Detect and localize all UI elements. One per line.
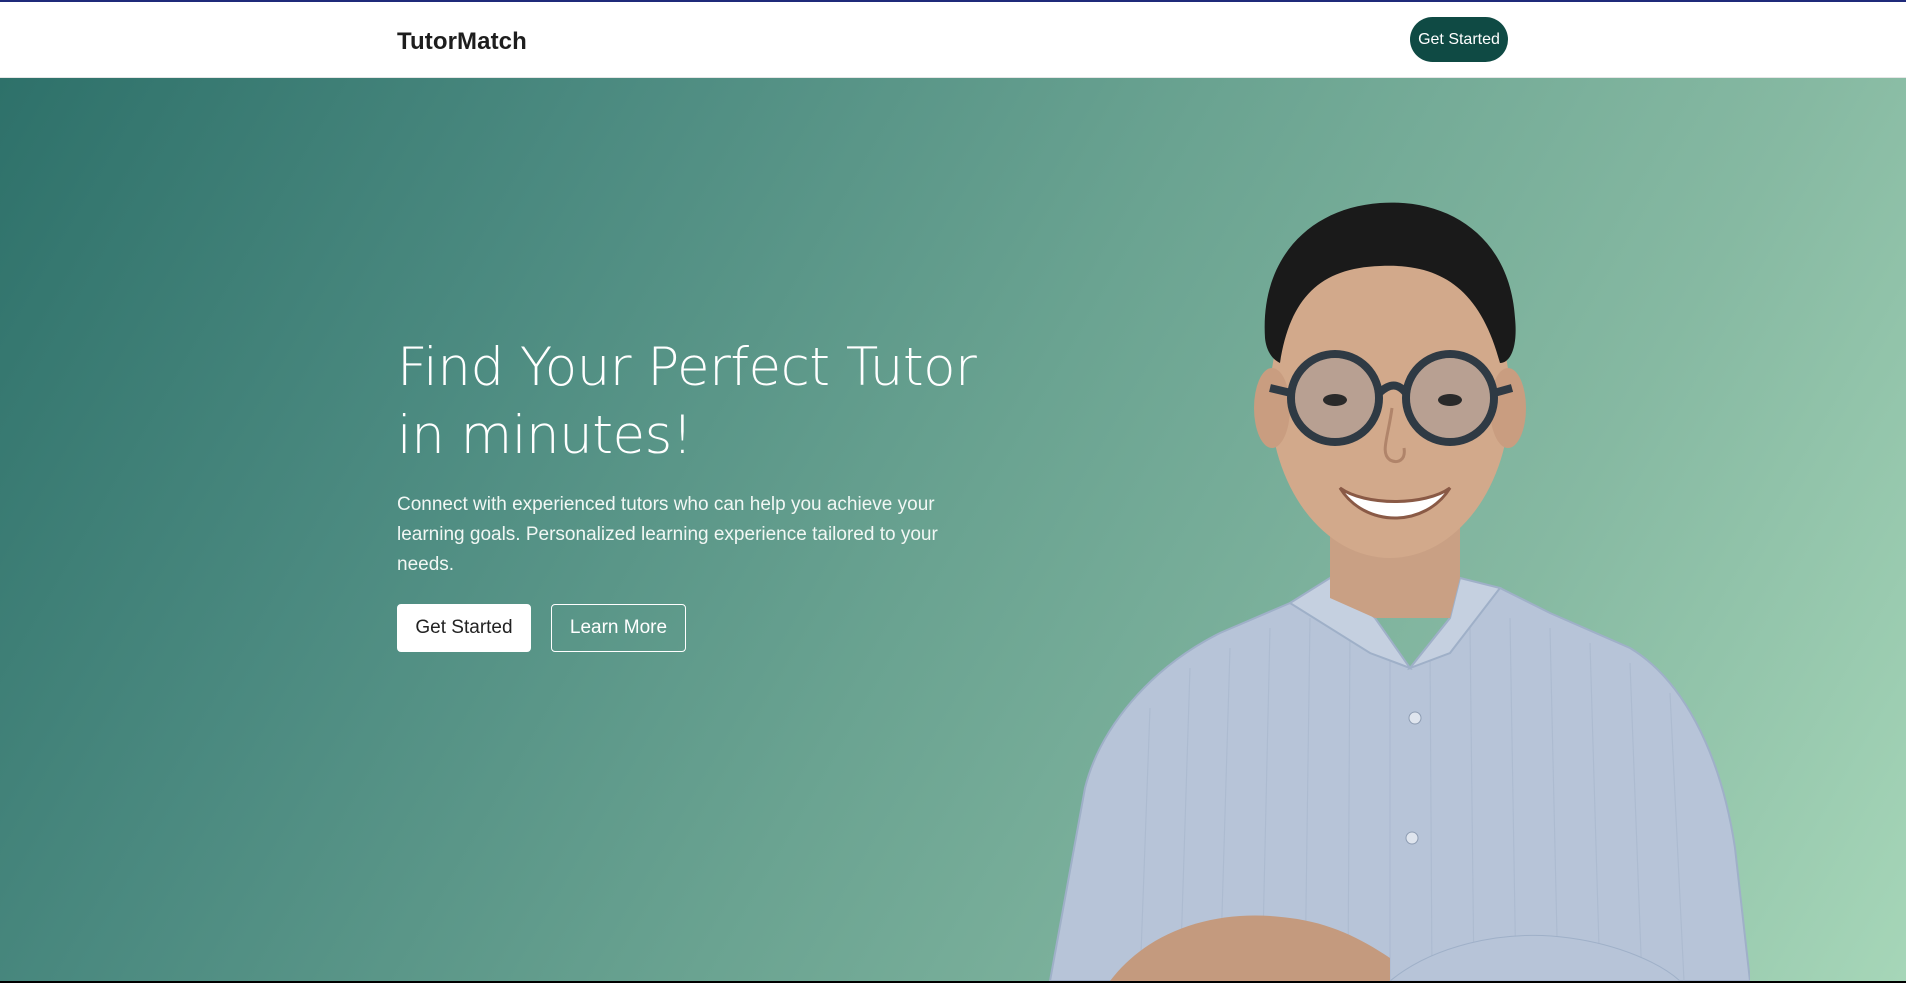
page: TutorMatch Get Started Find Your Perfect… xyxy=(0,0,1906,981)
brand-logo[interactable]: TutorMatch xyxy=(397,28,527,56)
hero-subtitle: Connect with experienced tutors who can … xyxy=(397,494,938,575)
hero-section: Find Your Perfect Tutor in minutes! Conn… xyxy=(0,78,1906,981)
navbar: TutorMatch Get Started xyxy=(0,2,1906,78)
hero-tutor-portrait xyxy=(1048,202,1750,981)
hero-learn-more-button[interactable]: Learn More xyxy=(551,604,686,652)
hero-get-started-button[interactable]: Get Started xyxy=(397,604,531,652)
hero-title: Find Your Perfect Tutor in minutes! xyxy=(397,337,977,466)
nav-get-started-button[interactable]: Get Started xyxy=(1410,17,1508,62)
